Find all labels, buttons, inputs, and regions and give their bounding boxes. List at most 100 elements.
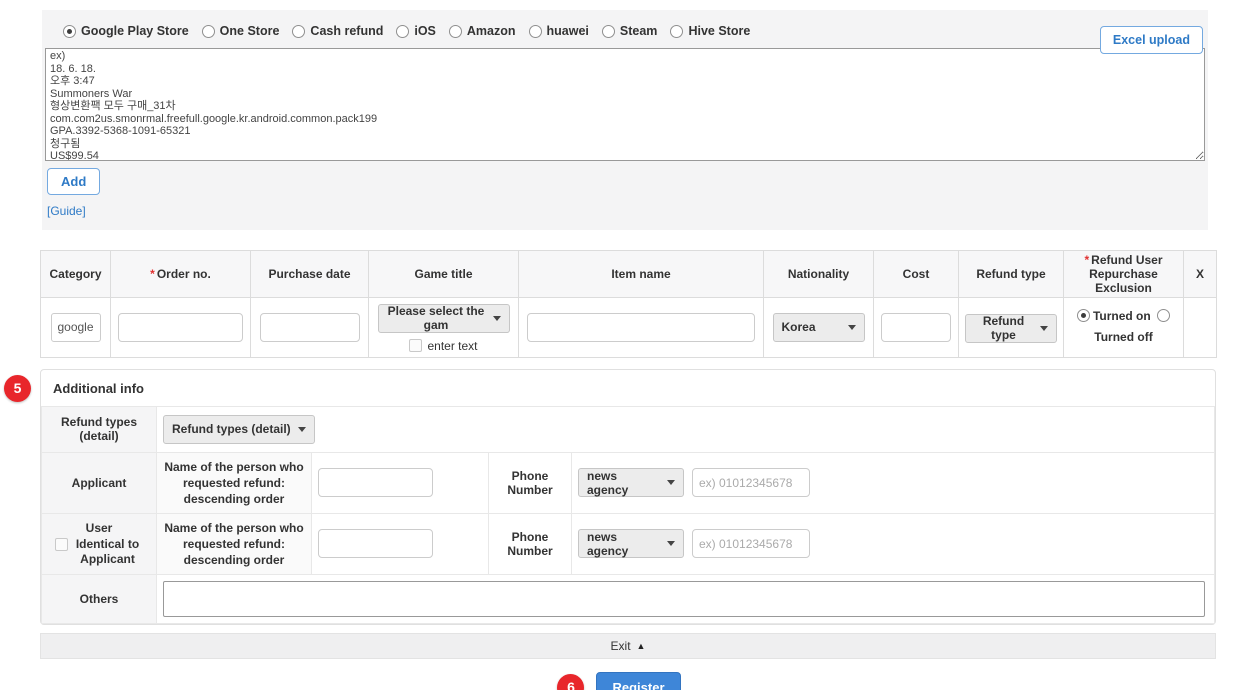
header-category: Category [41,251,111,298]
receipt-paste-textarea[interactable]: ex) 18. 6. 18. 오후 3:47 Summoners War 형상변… [45,48,1205,161]
radio-icon [396,25,409,38]
category-value: google [51,313,101,342]
store-option-label: Google Play Store [81,24,189,38]
store-option-huawei[interactable]: huawei [529,24,589,38]
user-phone-cell: news agency [572,513,1215,574]
radio-icon [449,25,462,38]
required-mark: * [150,267,155,281]
refund-register-page: Google Play Store One Store Cash refund … [0,0,1238,690]
user-label: User [48,521,150,535]
excel-upload-button[interactable]: Excel upload [1100,26,1203,54]
orders-table: Category *Order no. Purchase date Game t… [40,250,1217,358]
chevron-down-icon [667,480,675,485]
identical-to-applicant-option[interactable]: Identical to Applicant [48,537,150,567]
user-name-cell [312,513,489,574]
store-option-label: Hive Store [688,24,750,38]
purchase-date-input[interactable] [260,313,360,342]
store-option-one-store[interactable]: One Store [202,24,280,38]
nationality-dropdown[interactable]: Korea [773,313,865,342]
others-cell [157,574,1215,623]
store-option-google-play-store[interactable]: Google Play Store [63,24,189,38]
cost-input[interactable] [881,313,951,342]
chevron-down-icon [298,427,306,432]
user-phone-input[interactable] [692,529,810,558]
order-no-input[interactable] [118,313,243,342]
others-input[interactable] [163,581,1205,617]
refund-types-dropdown-label: Refund types (detail) [172,422,291,436]
turned-off-radio[interactable] [1157,309,1170,322]
applicant-phone-label: Phone Number [489,452,572,513]
game-title-dropdown-label: Please select the gam [387,304,486,332]
add-button[interactable]: Add [47,168,100,195]
enter-text-option[interactable]: enter text [373,339,514,353]
collapse-up-icon: ▲ [637,641,646,651]
others-row: Others [42,574,1215,623]
radio-icon [602,25,615,38]
nationality-cell: Korea [764,298,874,358]
store-option-ios[interactable]: iOS [396,24,436,38]
user-carrier-dropdown[interactable]: news agency [578,529,684,558]
step-5-badge: 5 [4,375,31,402]
refund-type-dropdown-label: Refund type [974,314,1033,342]
user-name-input[interactable] [318,529,433,558]
header-item-name: Item name [519,251,764,298]
guide-link[interactable]: [Guide] [47,204,1205,218]
register-section: 6 Register [0,672,1238,690]
additional-info-table: Refund types (detail) Refund types (deta… [41,406,1215,624]
store-option-label: Steam [620,24,658,38]
enter-text-label: enter text [427,339,477,353]
store-option-cash-refund[interactable]: Cash refund [292,24,383,38]
header-refund-type: Refund type [959,251,1064,298]
orders-header-row: Category *Order no. Purchase date Game t… [41,251,1217,298]
applicant-phone-input[interactable] [692,468,810,497]
cost-cell [874,298,959,358]
order-no-cell [111,298,251,358]
item-name-input[interactable] [527,313,755,342]
store-option-amazon[interactable]: Amazon [449,24,516,38]
user-phone-label: Phone Number [489,513,572,574]
store-option-label: Amazon [467,24,516,38]
turned-on-label: Turned on [1093,309,1151,323]
refund-types-dropdown[interactable]: Refund types (detail) [163,415,315,444]
chevron-down-icon [493,316,501,321]
step-6-badge: 6 [557,674,584,690]
chevron-down-icon [848,325,856,330]
radio-icon [670,25,683,38]
chevron-down-icon [667,541,675,546]
turned-off-label: Turned off [1094,330,1152,344]
applicant-carrier-dropdown-label: news agency [587,469,660,497]
checkbox-icon [409,339,422,352]
others-label: Others [42,574,157,623]
refund-type-dropdown[interactable]: Refund type [965,314,1057,343]
applicant-phone-cell: news agency [572,452,1215,513]
game-title-dropdown[interactable]: Please select the gam [378,304,510,333]
turned-on-radio[interactable] [1077,309,1090,322]
refund-types-label: Refund types (detail) [42,406,157,452]
purchase-date-cell [251,298,369,358]
game-title-cell: Please select the gam enter text [369,298,519,358]
applicant-name-cell [312,452,489,513]
header-cost: Cost [874,251,959,298]
exit-collapse-bar[interactable]: Exit ▲ [40,633,1216,659]
store-selector: Google Play Store One Store Cash refund … [63,24,1205,38]
register-button[interactable]: Register [596,672,680,690]
store-option-label: Cash refund [310,24,383,38]
header-delete-column[interactable]: X [1184,251,1217,298]
store-option-label: iOS [414,24,436,38]
chevron-down-icon [1040,326,1048,331]
applicant-name-label: Name of the person who requested refund:… [157,452,312,513]
radio-icon [292,25,305,38]
store-option-hive-store[interactable]: Hive Store [670,24,750,38]
header-game-title: Game title [369,251,519,298]
store-option-label: One Store [220,24,280,38]
radio-selected-icon [63,25,76,38]
radio-icon [202,25,215,38]
exit-label: Exit [611,639,631,653]
applicant-name-input[interactable] [318,468,433,497]
identical-label: Identical to Applicant [72,537,144,567]
applicant-row: Applicant Name of the person who request… [42,452,1215,513]
store-option-steam[interactable]: Steam [602,24,658,38]
nationality-dropdown-label: Korea [782,320,816,334]
applicant-carrier-dropdown[interactable]: news agency [578,468,684,497]
delete-row-cell [1184,298,1217,358]
